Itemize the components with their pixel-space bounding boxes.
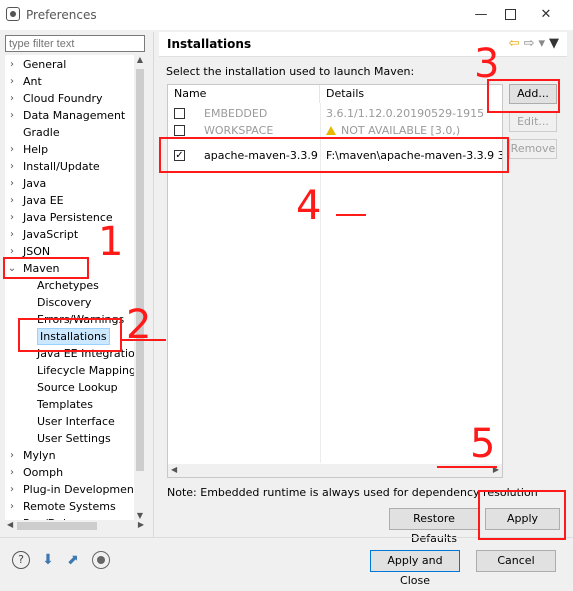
scroll-thumb[interactable] bbox=[17, 522, 97, 530]
annotation-box-maven bbox=[3, 257, 89, 279]
tree-item-label: Mylyn bbox=[23, 449, 56, 462]
tree-item-label: General bbox=[23, 58, 67, 71]
tree-vertical-scrollbar[interactable]: ▲ ▼ bbox=[134, 55, 146, 520]
tree-horizontal-scrollbar[interactable]: ◀ ▶ bbox=[5, 520, 146, 532]
chevron-right-icon[interactable]: › bbox=[7, 209, 17, 226]
edit-button[interactable]: Edit... bbox=[509, 112, 557, 132]
maximize-button[interactable] bbox=[495, 4, 525, 26]
tree-item-label: Discovery bbox=[37, 296, 92, 309]
tree-item-label: Ant bbox=[23, 75, 42, 88]
tree-item-label: Help bbox=[23, 143, 49, 156]
chevron-right-icon[interactable]: › bbox=[7, 175, 17, 192]
page-header: Installations ⇦ ⇨ ▾ ▼ bbox=[159, 32, 567, 57]
chevron-right-icon[interactable]: › bbox=[7, 141, 17, 158]
apply-and-close-button[interactable]: Apply and Close bbox=[370, 550, 460, 587]
tree-item-label: Gradle bbox=[23, 126, 60, 139]
annotation-box-apply bbox=[478, 490, 566, 540]
chevron-down-icon[interactable]: ▾ bbox=[538, 36, 545, 51]
restore-defaults-button[interactable]: Restore Defaults bbox=[389, 508, 479, 545]
back-arrow-icon[interactable]: ⇦ bbox=[509, 36, 520, 51]
scroll-right-icon[interactable]: ▶ bbox=[138, 520, 144, 529]
installation-checkbox[interactable] bbox=[174, 125, 185, 136]
tree-item-label: Remote Systems bbox=[23, 500, 116, 513]
column-header-name[interactable]: Name bbox=[168, 85, 320, 103]
import-icon[interactable]: ⬇ bbox=[38, 551, 58, 569]
chevron-right-icon[interactable]: › bbox=[7, 192, 17, 209]
chevron-right-icon[interactable]: › bbox=[7, 56, 17, 73]
chevron-right-icon[interactable]: › bbox=[7, 226, 17, 243]
installation-details-text: NOT AVAILABLE [3.0,) bbox=[341, 124, 461, 137]
page-title: Installations bbox=[167, 37, 252, 51]
page-nav: ⇦ ⇨ ▾ ▼ bbox=[505, 36, 559, 51]
tree-item-label: Templates bbox=[37, 398, 93, 411]
installation-details: 3.6.1/1.12.0.20190529-1915 bbox=[326, 105, 484, 123]
chevron-right-icon[interactable]: › bbox=[7, 481, 17, 498]
installation-checkbox[interactable] bbox=[174, 108, 185, 119]
filter-input[interactable] bbox=[5, 35, 145, 52]
view-menu-icon[interactable]: ▼ bbox=[549, 36, 559, 51]
chevron-right-icon[interactable]: › bbox=[7, 107, 17, 124]
tree-item-label: Java bbox=[23, 177, 47, 190]
column-header-details[interactable]: Details bbox=[320, 85, 502, 103]
export-icon[interactable]: ⬈ bbox=[63, 551, 83, 569]
chevron-right-icon[interactable]: › bbox=[7, 498, 17, 515]
tree-item-label: JavaScript bbox=[23, 228, 79, 241]
maximize-icon bbox=[504, 9, 516, 20]
scroll-thumb[interactable] bbox=[136, 69, 144, 471]
tree-item-label: Archetypes bbox=[37, 279, 99, 292]
eclipse-app-icon bbox=[6, 7, 20, 21]
warning-icon bbox=[326, 126, 336, 135]
tree-item-label: Lifecycle Mappings bbox=[37, 364, 135, 377]
tree-item-label: Install/Update bbox=[23, 160, 100, 173]
title-bar: Preferences — ✕ bbox=[0, 0, 573, 30]
table-row[interactable]: EMBEDDED 3.6.1/1.12.0.20190529-1915 bbox=[168, 105, 502, 123]
record-icon[interactable] bbox=[92, 551, 110, 569]
tree-item-label: Cloud Foundry bbox=[23, 92, 103, 105]
scroll-left-icon[interactable]: ◀ bbox=[171, 465, 177, 474]
annotation-stroke bbox=[122, 339, 166, 341]
window-title: Preferences bbox=[26, 8, 97, 22]
annotation-step-1: 1 bbox=[98, 219, 124, 265]
chevron-right-icon[interactable]: › bbox=[7, 464, 17, 481]
scroll-left-icon[interactable]: ◀ bbox=[7, 520, 13, 529]
cancel-button[interactable]: Cancel bbox=[476, 550, 556, 572]
chevron-right-icon[interactable]: › bbox=[7, 447, 17, 464]
annotation-box-maven-row bbox=[159, 137, 509, 173]
installation-details-text: 3.6.1/1.12.0.20190529-1915 bbox=[326, 107, 485, 120]
forward-arrow-icon[interactable]: ⇨ bbox=[524, 36, 535, 51]
scroll-down-icon[interactable]: ▼ bbox=[134, 511, 146, 520]
chevron-right-icon[interactable]: › bbox=[7, 73, 17, 90]
tree-item-label: Java EE bbox=[23, 194, 64, 207]
installation-name: EMBEDDED bbox=[204, 107, 268, 120]
annotation-step-4: 4 bbox=[296, 183, 322, 229]
chevron-right-icon[interactable]: › bbox=[7, 158, 17, 175]
instruction-text: Select the installation used to launch M… bbox=[166, 65, 415, 78]
tree-item-label: Oomph bbox=[23, 466, 64, 479]
annotation-stroke bbox=[437, 466, 497, 468]
annotation-box-installations bbox=[18, 318, 122, 352]
annotation-step-3: 3 bbox=[474, 41, 500, 87]
help-icon[interactable]: ? bbox=[12, 551, 30, 569]
tree-item-label: Data Management bbox=[23, 109, 126, 122]
tree-item-label: User Interface bbox=[37, 415, 115, 428]
panel-sash[interactable] bbox=[153, 32, 154, 537]
annotation-step-5: 5 bbox=[470, 421, 496, 467]
tree-item-label: User Settings bbox=[37, 432, 111, 445]
tree-item-label: Plug-in Development bbox=[23, 483, 135, 496]
preference-tree: › General › Ant › Cloud Foundry › Data Manageme… bbox=[5, 55, 135, 520]
annotation-stroke bbox=[336, 214, 366, 216]
close-button[interactable]: ✕ bbox=[531, 4, 561, 26]
minimize-button[interactable]: — bbox=[466, 4, 496, 26]
scroll-up-icon[interactable]: ▲ bbox=[134, 55, 146, 64]
remove-button[interactable]: Remove bbox=[509, 139, 557, 159]
chevron-right-icon[interactable]: › bbox=[7, 90, 17, 107]
tree-item-label: Source Lookup bbox=[37, 381, 118, 394]
